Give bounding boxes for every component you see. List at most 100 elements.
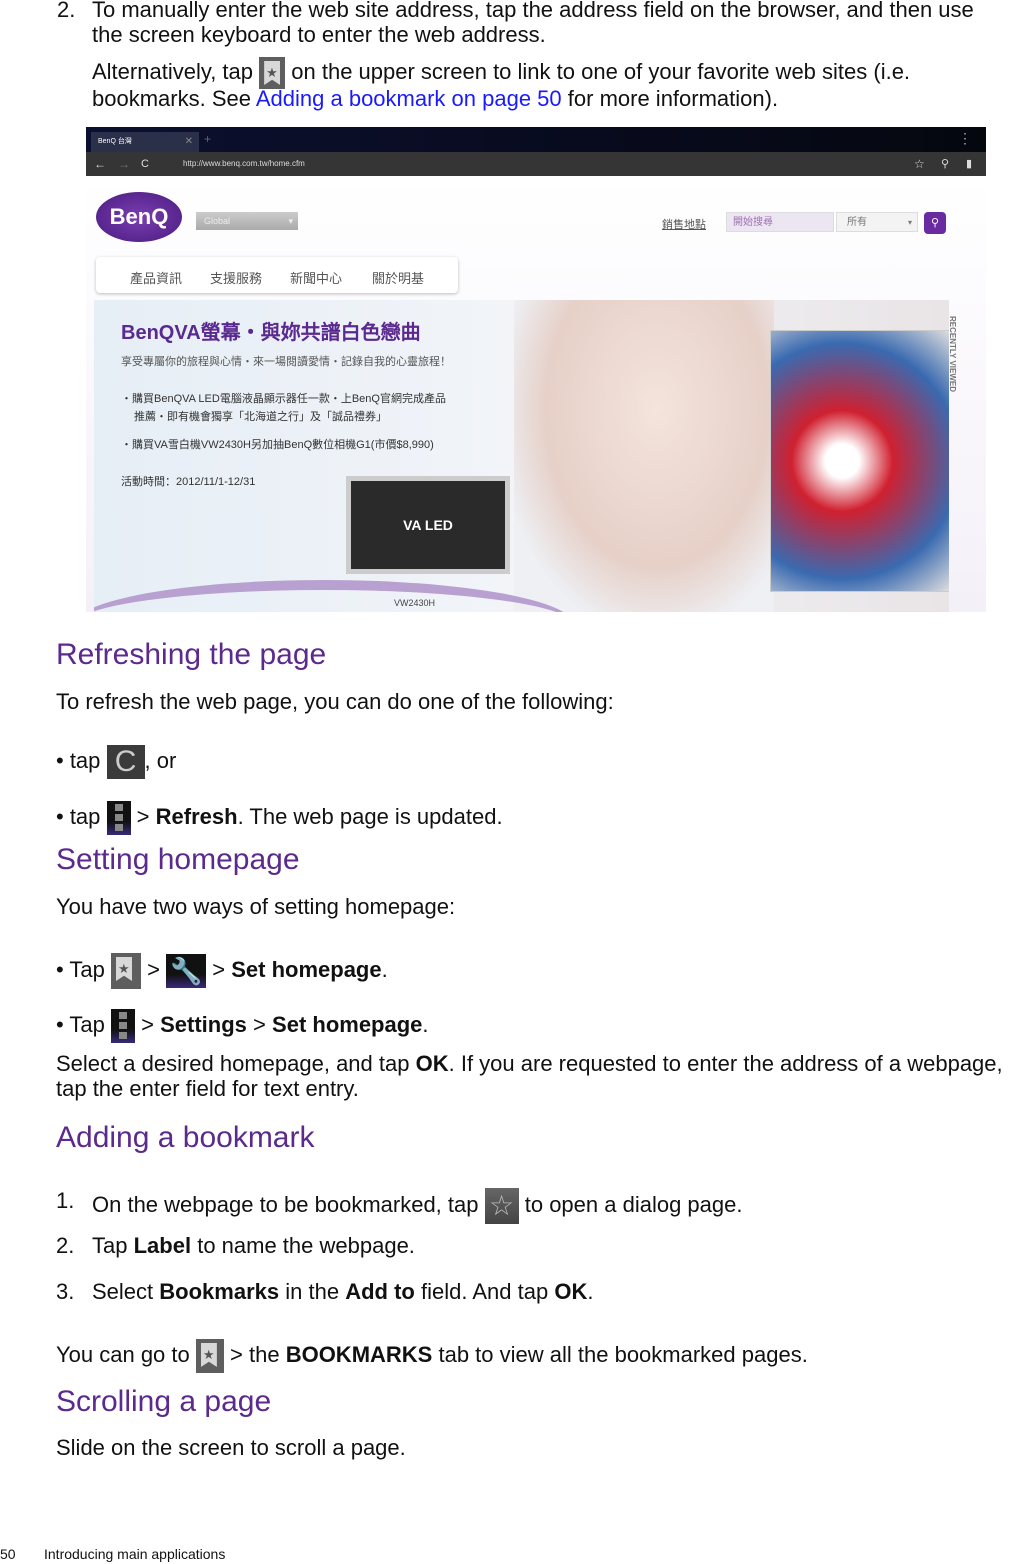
tab-bar: BenQ 台灣 ✕ + ⋮ <box>86 127 986 152</box>
web-page: BenQ Global ▾ 銷售地點 開始搜尋 所有 ▾ ⚲ 產品資訊 支援服務 新… <box>86 176 986 612</box>
refresh-bullet-2: • tap > Refresh. The web page is updated… <box>56 801 503 835</box>
monitor-image: VA LED <box>346 476 510 574</box>
wrench-icon: 🔧 <box>166 954 207 988</box>
bookmarks-tab-label: BOOKMARKS <box>285 1341 433 1367</box>
text: Select a desired homepage, and tap <box>56 1051 410 1076</box>
text: • tap <box>56 803 101 829</box>
nav-item: 產品資訊 <box>130 271 183 286</box>
text: field. And tap <box>420 1279 549 1304</box>
text: in the <box>285 1279 340 1304</box>
bookmark-goto: You can go to > the BOOKMARKS tab to vie… <box>56 1339 808 1373</box>
menu-icon: ⋮ <box>958 130 972 146</box>
step-2-line-2: the screen keyboard to enter the web add… <box>92 22 546 47</box>
text: > <box>253 1011 266 1037</box>
bookmarks-icon: ▮ <box>966 158 973 170</box>
chevron-down-icon: ▾ <box>288 216 293 226</box>
ok-label: OK <box>554 1279 588 1304</box>
text: . <box>422 1011 429 1037</box>
refresh-text: To refresh the web page, you can do one … <box>56 689 614 714</box>
back-icon: ← <box>94 157 106 171</box>
set-homepage-label: Set homepage <box>231 956 382 982</box>
nav-item: 新聞中心 <box>290 271 343 286</box>
url-text: http://www.benq.com.tw/home.cfm <box>183 159 305 168</box>
refresh-icon: C <box>141 158 149 170</box>
bookmark-step-2-number: 2. <box>56 1233 75 1258</box>
ad-bullet: ・購買BenQVA LED電腦液晶顯示器任一款・上BenQ官網完成產品 <box>121 393 446 405</box>
heading-scrolling: Scrolling a page <box>56 1385 272 1418</box>
text: Select <box>92 1279 154 1304</box>
menu-icon <box>111 1009 136 1043</box>
text: • Tap <box>56 1011 105 1037</box>
step-2-number: 2. <box>57 0 76 22</box>
text: . The web page is updated. <box>237 803 503 829</box>
model-photo <box>514 300 774 612</box>
artwork-photo <box>770 330 949 592</box>
store-link: 銷售地點 <box>662 219 706 231</box>
select-line-1: Select a desired homepage, and tap OK. I… <box>56 1051 1003 1076</box>
homepage-text: You have two ways of setting homepage: <box>56 894 456 919</box>
browser-screenshot: BenQ 台灣 ✕ + ⋮ ← → C http://www.benq.com.t… <box>86 127 986 612</box>
ad-title: BenQVA螢幕・與妳共譜白色戀曲 <box>121 322 421 344</box>
benq-logo: BenQ <box>96 192 182 242</box>
ad-period: 活動時間：2012/11/1-12/31 <box>121 476 256 488</box>
search-scope-select: 所有 ▾ <box>836 212 918 232</box>
scope-value: 所有 <box>847 217 867 228</box>
menu-icon <box>106 801 131 835</box>
star-icon: ☆ <box>914 157 925 171</box>
bookmark-icon <box>111 953 142 989</box>
text: > <box>141 1011 154 1037</box>
settings-label: Settings <box>160 1011 247 1037</box>
region-select: Global ▾ <box>196 212 298 230</box>
text: > <box>136 803 150 829</box>
site-search-button: ⚲ <box>924 212 946 234</box>
text: bookmarks. See <box>92 86 251 111</box>
alternative-line-2: bookmarks. See Adding a bookmark on page… <box>92 86 778 111</box>
step-2-line-1: To manually enter the web site address, … <box>92 0 974 22</box>
scrolling-text: Slide on the screen to scroll a page. <box>56 1435 406 1460</box>
text: On the webpage to be bookmarked, tap <box>92 1191 479 1217</box>
star-icon: ☆ <box>484 1188 519 1224</box>
text: > the <box>230 1341 280 1367</box>
region-value: Global <box>204 216 231 226</box>
text: to open a dialog page. <box>524 1191 743 1217</box>
refresh-bullet-1: • tap C, or <box>56 745 176 779</box>
refresh-label: Refresh <box>155 803 238 829</box>
text: on the upper screen to link to one of yo… <box>291 58 911 84</box>
nav-item: 關於明基 <box>372 271 425 286</box>
nav-item: 支援服務 <box>210 271 263 286</box>
text: tab to view all the bookmarked pages. <box>438 1341 808 1367</box>
browser-tab: BenQ 台灣 ✕ <box>91 132 199 152</box>
new-tab-icon: + <box>204 132 212 146</box>
bookmark-step-1-number: 1. <box>56 1188 75 1213</box>
text: for more information). <box>567 86 779 111</box>
site-nav: 產品資訊 支援服務 新聞中心 關於明基 <box>96 257 458 293</box>
alternative-line-1: Alternatively, tap on the upper screen t… <box>92 57 910 89</box>
text: Tap <box>92 1233 128 1258</box>
ok-label: OK <box>415 1051 449 1076</box>
text: > <box>212 956 226 982</box>
footer-section: Introducing main applications <box>44 1546 226 1562</box>
text: . <box>587 1279 594 1304</box>
ad-bullet: ・購買VA雪白機VW2430H另加抽BenQ數位相機G1(市價$8,990) <box>121 439 434 451</box>
adding-bookmark-link[interactable]: Adding a bookmark on page 50 <box>256 86 562 111</box>
promo-banner: BenQVA螢幕・與妳共譜白色戀曲 享受專屬你的旅程與心情・來一場閱讀愛情・記錄… <box>94 300 949 612</box>
add-to-label: Add to <box>345 1279 415 1304</box>
forward-icon: → <box>118 157 130 171</box>
select-line-2: tap the enter field for text entry. <box>56 1076 359 1101</box>
ad-subtitle: 享受專屬你的旅程與心情・來一場閱讀愛情・記錄自我的心靈旅程！ <box>121 356 451 368</box>
label-label: Label <box>133 1233 192 1258</box>
chevron-down-icon: ▾ <box>907 218 912 227</box>
text: • Tap <box>56 956 105 982</box>
recently-viewed-label: RECENTLY VIEWED <box>948 316 957 393</box>
text: to name the webpage. <box>197 1233 415 1258</box>
bookmark-icon <box>195 1339 224 1373</box>
heading-homepage: Setting homepage <box>56 843 300 876</box>
page-number: 50 <box>0 1546 16 1562</box>
heading-bookmark: Adding a bookmark <box>56 1121 315 1154</box>
tab-title: BenQ 台灣 <box>98 138 132 145</box>
homepage-bullet-1: • Tap > 🔧 > Set homepage. <box>56 953 388 989</box>
bookmarks-label: Bookmarks <box>159 1279 280 1304</box>
decor-swoosh <box>94 580 574 612</box>
ad-bullet: 推薦・即有機會獨享「北海道之行」及「誠品禮券」 <box>134 411 387 423</box>
text: You can go to <box>56 1341 190 1367</box>
